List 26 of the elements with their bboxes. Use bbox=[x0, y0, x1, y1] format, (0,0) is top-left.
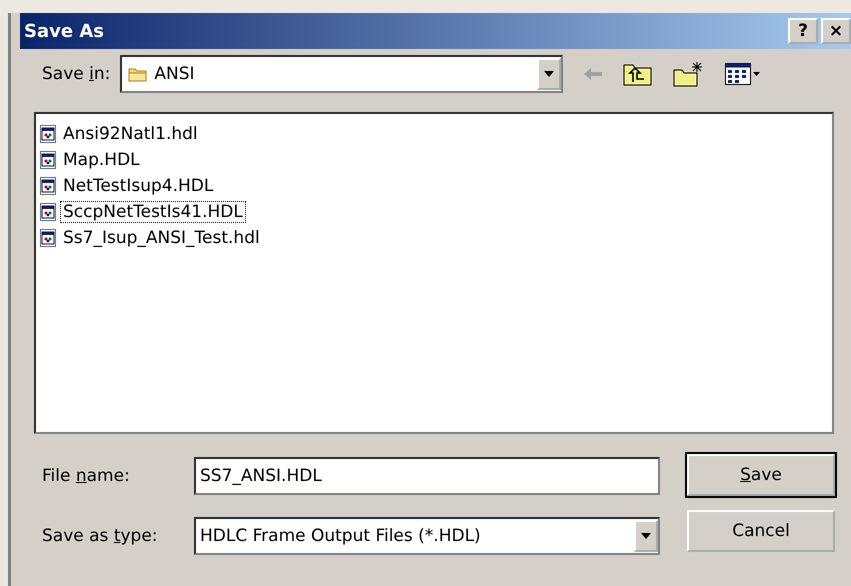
file-item[interactable]: SccpNetTestIs41.HDL bbox=[60, 201, 246, 223]
file-icon bbox=[40, 125, 56, 143]
cancel-button[interactable]: Cancel bbox=[687, 510, 835, 552]
file-item[interactable]: NetTestIsup4.HDL bbox=[60, 175, 216, 197]
close-button[interactable]: × bbox=[821, 18, 851, 44]
file-icon bbox=[40, 151, 56, 169]
file-name-field[interactable]: SS7_ANSI.HDL bbox=[194, 457, 660, 495]
file-name-label: File name: bbox=[42, 466, 131, 486]
view-menu-icon[interactable] bbox=[725, 63, 762, 85]
save-as-type-label: Save as type: bbox=[42, 526, 159, 546]
folder-name: ANSI bbox=[154, 64, 196, 84]
file-type-value: HDLC Frame Output Files (*.HDL) bbox=[200, 526, 482, 546]
file-icon bbox=[40, 177, 56, 195]
file-icon bbox=[40, 229, 56, 247]
file-item[interactable]: Map.HDL bbox=[60, 149, 143, 171]
save-button[interactable]: Save bbox=[687, 454, 835, 496]
file-icon bbox=[40, 203, 56, 221]
up-folder-icon[interactable] bbox=[623, 62, 654, 86]
save-as-type-dropdown[interactable]: HDLC Frame Output Files (*.HDL) bbox=[194, 517, 660, 555]
file-item[interactable]: Ansi92Natl1.hdl bbox=[60, 123, 201, 145]
help-button[interactable]: ? bbox=[788, 18, 818, 44]
window-title: Save As bbox=[24, 20, 104, 42]
file-item[interactable]: Ss7_Isup_ANSI_Test.hdl bbox=[60, 227, 263, 249]
folder-icon bbox=[128, 66, 148, 82]
save-in-label: Save in: bbox=[42, 64, 110, 84]
save-in-dropdown[interactable]: ANSI bbox=[120, 55, 564, 93]
